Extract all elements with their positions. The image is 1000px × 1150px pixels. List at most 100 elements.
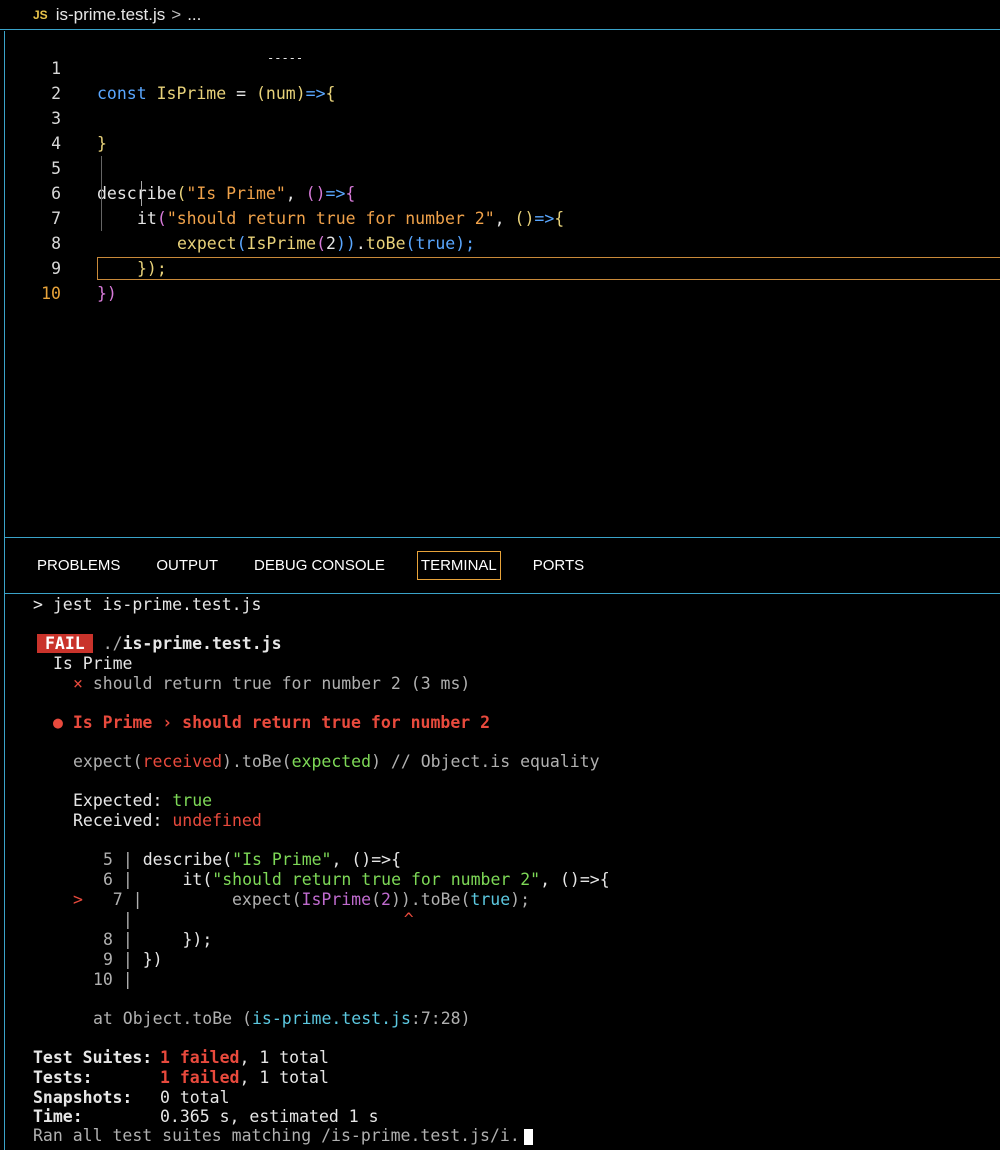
snippet-code: , ()=>{ [331, 850, 402, 869]
panel-tab-bar: PROBLEMS OUTPUT DEBUG CONSOLE TERMINAL P… [4, 537, 1000, 594]
summary-value: 0.365 s, estimated 1 s [160, 1107, 379, 1126]
snippet-line: 6 | it("should return true for number 2"… [103, 870, 610, 889]
code-editor[interactable]: 1 const IsPrime = (num)=>{ ----- 2 3 } 4… [4, 31, 1000, 537]
summary-label: Test Suites: [33, 1048, 153, 1067]
terminal-cursor [523, 1128, 533, 1145]
file-prefix: ./ [102, 634, 123, 653]
breadcrumb-file[interactable]: is-prime.test.js [56, 5, 166, 25]
error-title-line: ● Is Prime › should return true for numb… [53, 713, 490, 733]
snippet-string: "should return true for number 2" [212, 870, 541, 889]
summary-failed: 1 failed [160, 1068, 240, 1087]
snippet-line-number: 6 [103, 870, 113, 889]
code-token: }) [97, 284, 117, 303]
snippet-line: > 7 | expect(IsPrime(2)).toBe(true); [73, 890, 531, 909]
received-value: undefined [172, 811, 262, 830]
tab-debug-console[interactable]: DEBUG CONSOLE [250, 551, 389, 580]
summary-ran-text: Ran all test suites matching /is-prime.t… [33, 1126, 520, 1145]
test-file: is-prime.test.js [122, 634, 282, 653]
snippet-code: expect( [152, 890, 302, 909]
error-title: Is Prime › should return true for number… [72, 713, 491, 732]
matcher-expected: expected [291, 752, 372, 771]
matcher-received: received [142, 752, 223, 771]
summary-value: 0 total [160, 1088, 230, 1107]
breadcrumb: JS is-prime.test.js > ... [0, 0, 1000, 30]
snippet-line: 10 | [93, 970, 133, 989]
stack-trace-file[interactable]: is-prime.test.js [252, 1009, 411, 1028]
tab-output[interactable]: OUTPUT [152, 551, 222, 580]
tab-problems[interactable]: PROBLEMS [33, 551, 124, 580]
summary-suites: Test Suites: 1 failed, 1 total [33, 1048, 329, 1068]
fail-line: FAIL ./is-prime.test.js [33, 634, 282, 654]
indent-guide [141, 181, 142, 206]
summary-total: , 1 total [239, 1048, 329, 1067]
snippet-code: }) [142, 950, 163, 969]
bullet-icon: ● [53, 713, 63, 732]
editor-line: 9 }) [5, 231, 1000, 303]
snippet-code: , ()=>{ [540, 870, 610, 889]
matcher-line: expect(received).toBe(expected) // Objec… [73, 752, 600, 772]
expected-line: Expected: true [73, 791, 212, 811]
summary-label: Tests: [33, 1068, 93, 1087]
summary-snapshots: Snapshots: 0 total [33, 1088, 230, 1108]
editor-line: 4 [5, 106, 1000, 153]
snippet-call: IsPrime [301, 890, 372, 909]
current-line-highlight [97, 257, 1000, 280]
snippet-line-number: 5 [103, 850, 113, 869]
snippet-code: ( [371, 890, 381, 909]
snippet-line-number: 9 [103, 950, 113, 969]
terminal-command: > jest is-prime.test.js [33, 595, 262, 614]
snippet-string: "Is Prime" [232, 850, 332, 869]
summary-label: Snapshots: [33, 1088, 133, 1107]
fail-x-icon: × [73, 674, 83, 693]
received-label: Received: [73, 811, 173, 830]
test-result-text: should return true for number 2 (3 ms) [92, 674, 471, 693]
javascript-file-icon: JS [33, 7, 48, 22]
matcher-text: ).toBe( [222, 752, 292, 771]
snippet-number: 2 [381, 890, 391, 909]
editor-line: 5 describe("Is Prime", ()=>{ [5, 131, 1000, 203]
snippet-line: 5 | describe("Is Prime", ()=>{ [103, 850, 402, 869]
line-number-active: 10 [41, 284, 61, 303]
indent-guide [101, 156, 102, 231]
stack-trace-prefix: at Object.toBe ( [93, 1009, 252, 1028]
snippet-line: 9 | }) [103, 950, 163, 969]
editor-line: 6 it("should return true for number 2", … [5, 156, 1000, 228]
summary-time: Time: 0.365 s, estimated 1 s [33, 1107, 379, 1127]
error-marker-icon: > [73, 890, 83, 909]
snippet-code: it( [142, 870, 213, 889]
snippet-line: 8 | }); [103, 930, 213, 949]
snippet-line-number: 10 [93, 970, 113, 989]
snippet-line: | ^ [103, 910, 414, 929]
terminal-output[interactable]: > jest is-prime.test.js FAIL ./is-prime.… [4, 594, 1000, 1150]
tab-terminal[interactable]: TERMINAL [416, 551, 501, 580]
snippet-value: true [470, 890, 511, 909]
breadcrumb-more[interactable]: ... [187, 5, 201, 25]
test-result-line: × should return true for number 2 (3 ms) [73, 674, 470, 694]
summary-ran: Ran all test suites matching /is-prime.t… [33, 1126, 533, 1146]
summary-label: Time: [33, 1107, 83, 1126]
expected-label: Expected: [73, 791, 173, 810]
stack-trace-location: :7:28) [410, 1009, 471, 1028]
snippet-code: }); [142, 930, 213, 949]
editor-line: 8 }); [5, 206, 1000, 278]
editor-line: 3 } [5, 81, 1000, 153]
snippet-code: describe( [142, 850, 233, 869]
snippet-line-number: 7 [112, 890, 123, 909]
editor-line: 1 const IsPrime = (num)=>{ [5, 31, 1000, 103]
editor-line: 2 [5, 56, 1000, 103]
summary-failed: 1 failed [160, 1048, 240, 1067]
matcher-text: expect( [73, 752, 143, 771]
matcher-comment: // Object.is equality [381, 752, 600, 771]
fail-badge: FAIL [37, 634, 93, 653]
snippet-code: ); [510, 890, 531, 909]
snippet-line-number: 8 [103, 930, 113, 949]
snippet-code: )).toBe( [390, 890, 471, 909]
tab-ports[interactable]: PORTS [529, 551, 588, 580]
editor-line: 7 expect(IsPrime(2)).toBe(true); [5, 181, 1000, 253]
expected-value: true [172, 791, 213, 810]
suite-name: Is Prime [53, 654, 133, 673]
caret-icon: ^ [403, 910, 414, 929]
stack-trace-line: at Object.toBe (is-prime.test.js:7:28) [93, 1009, 471, 1029]
chevron-right-icon: > [171, 4, 182, 24]
received-line: Received: undefined [73, 811, 262, 831]
